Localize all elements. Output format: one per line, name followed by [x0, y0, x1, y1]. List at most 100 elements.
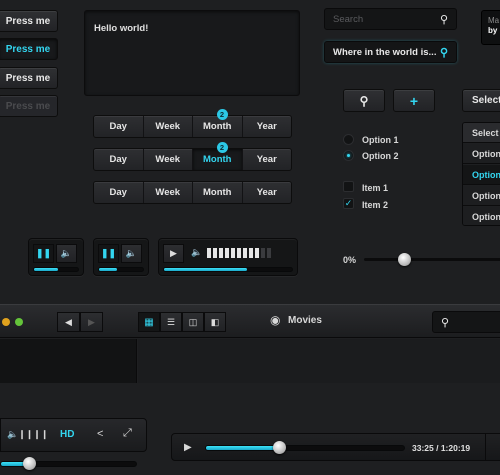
sidebar-pane	[0, 339, 137, 383]
checkbox-label: Item 1	[362, 183, 389, 193]
seg-month[interactable]: Month 2	[193, 109, 243, 137]
period-segmented-control: Day Week Month 2 Year	[93, 109, 292, 138]
seg-week[interactable]: Week	[144, 116, 193, 137]
seg-year[interactable]: Year	[243, 116, 292, 137]
volume-bar[interactable]	[249, 248, 253, 258]
press-me-label: Press me	[5, 15, 51, 27]
checkbox-item-1[interactable]	[343, 181, 354, 192]
seg-year[interactable]: Year	[243, 149, 292, 170]
select-option[interactable]: Option	[463, 207, 500, 225]
volume-bar[interactable]	[255, 248, 259, 258]
seg-week[interactable]: Week	[144, 149, 193, 170]
chevron-right-icon: ▶	[88, 316, 95, 327]
select-option[interactable]: Option	[463, 144, 500, 164]
volume-bar[interactable]	[213, 248, 217, 258]
window-toolbar: ◀ ▶ ▦ ☰ ◫ ◧ ◉ Movies ⚲	[0, 304, 500, 338]
fullscreen-icon[interactable]: ⤢	[123, 427, 132, 440]
option-label: Option	[472, 148, 500, 159]
seg-day[interactable]: Day	[94, 116, 144, 137]
search-icon: ⚲	[441, 316, 450, 329]
press-me-disabled-button[interactable]: Press me	[0, 95, 58, 117]
period-segmented-control: Day Week Month Year	[93, 181, 292, 204]
seg-month[interactable]: Month	[193, 182, 243, 203]
add-button[interactable]: +	[393, 89, 435, 112]
pause-button[interactable]: ❚❚	[33, 244, 54, 263]
volume-bar[interactable]	[243, 248, 247, 258]
volume-bars[interactable]	[207, 248, 271, 258]
video-progress-handle[interactable]	[23, 457, 36, 470]
video-progress-track[interactable]	[0, 461, 137, 467]
search-icon[interactable]: ⚲	[440, 13, 448, 26]
window-maximize-button[interactable]	[15, 318, 23, 326]
list-view-button[interactable]: ☰	[160, 312, 182, 332]
speaker-icon: 🔈	[60, 248, 73, 258]
pause-icon: ❚❚	[100, 248, 117, 258]
notification-badge: 2	[216, 109, 228, 120]
video-progress-fill	[206, 446, 280, 450]
volume-button[interactable]: 🔈	[121, 244, 142, 263]
radio-label: Option 2	[362, 151, 399, 161]
video-progress-track[interactable]	[205, 445, 405, 451]
back-button[interactable]: ◀	[57, 312, 80, 332]
volume-bar[interactable]	[207, 248, 211, 258]
window-minimize-button[interactable]	[2, 318, 10, 326]
volume-bar[interactable]	[237, 248, 241, 258]
select-menu-header[interactable]: Select a	[463, 123, 500, 143]
forward-button[interactable]: ▶	[80, 312, 103, 332]
progress-fill	[164, 268, 248, 271]
slider-track[interactable]	[364, 258, 500, 261]
volume-bar[interactable]	[219, 248, 223, 258]
coverflow-view-button[interactable]: ◧	[204, 312, 226, 332]
progress-track[interactable]	[33, 267, 79, 272]
coverflow-icon: ◧	[210, 316, 220, 327]
progress-track[interactable]	[98, 267, 144, 272]
volume-bar[interactable]	[267, 248, 271, 258]
select-option[interactable]: Option	[463, 186, 500, 206]
volume-bar[interactable]	[231, 248, 235, 258]
seg-day[interactable]: Day	[94, 182, 144, 203]
press-me-button[interactable]: Press me	[0, 10, 58, 32]
press-me-label: Press me	[5, 72, 51, 84]
audio-player: ▶ 🔈	[158, 238, 298, 276]
video-progress-handle[interactable]	[273, 441, 286, 454]
text-area[interactable]: Hello world!	[84, 10, 300, 96]
volume-button[interactable]: 🔈	[56, 244, 77, 263]
text-area-value: Hello world!	[94, 23, 149, 34]
search-icon[interactable]: ⚲	[440, 46, 448, 59]
seg-month-active[interactable]: Month 2	[193, 142, 243, 170]
select-dropdown[interactable]: Select a	[462, 89, 500, 112]
select-option-highlighted[interactable]: Option	[463, 165, 500, 185]
radio-option-2[interactable]	[343, 150, 354, 161]
press-me-label: Press me	[5, 43, 51, 55]
volume-bar[interactable]	[225, 248, 229, 258]
hd-toggle[interactable]: HD	[60, 429, 74, 440]
search-input[interactable]: Search ⚲	[324, 8, 457, 30]
press-me-active-button[interactable]: Press me	[0, 38, 58, 60]
volume-bar[interactable]	[261, 248, 265, 258]
radio-option-1[interactable]	[343, 134, 354, 145]
chevron-left-icon: ◀	[65, 316, 72, 327]
grid-view-button[interactable]: ▦	[138, 312, 160, 332]
seg-year[interactable]: Year	[243, 182, 292, 203]
volume-icon[interactable]: 🔈❙❙❙❙	[7, 429, 48, 440]
window-title: Movies	[288, 315, 322, 326]
checkbox-item-2[interactable]: ✓	[343, 198, 354, 209]
toolbar-search-input[interactable]: ⚲	[432, 311, 500, 333]
radio-dot-icon	[347, 154, 350, 157]
seg-day[interactable]: Day	[94, 149, 144, 170]
search-button[interactable]: ⚲	[343, 89, 385, 112]
press-me-button[interactable]: Press me	[0, 67, 58, 89]
progress-track[interactable]	[163, 267, 293, 272]
share-icon[interactable]: <	[97, 428, 103, 440]
play-button[interactable]: ▶	[163, 244, 184, 263]
slider-handle[interactable]	[398, 253, 411, 266]
pause-button[interactable]: ❚❚	[98, 244, 119, 263]
plus-icon: +	[409, 92, 419, 109]
speaker-icon[interactable]: 🔈	[191, 247, 202, 258]
mini-player: ❚❚ 🔈	[28, 238, 84, 276]
corner-card-line1: Ma	[488, 16, 500, 25]
search-input-focused[interactable]: Where in the world is... ⚲	[324, 41, 457, 63]
play-icon[interactable]: ▶	[184, 442, 192, 453]
seg-week[interactable]: Week	[144, 182, 193, 203]
column-view-button[interactable]: ◫	[182, 312, 204, 332]
